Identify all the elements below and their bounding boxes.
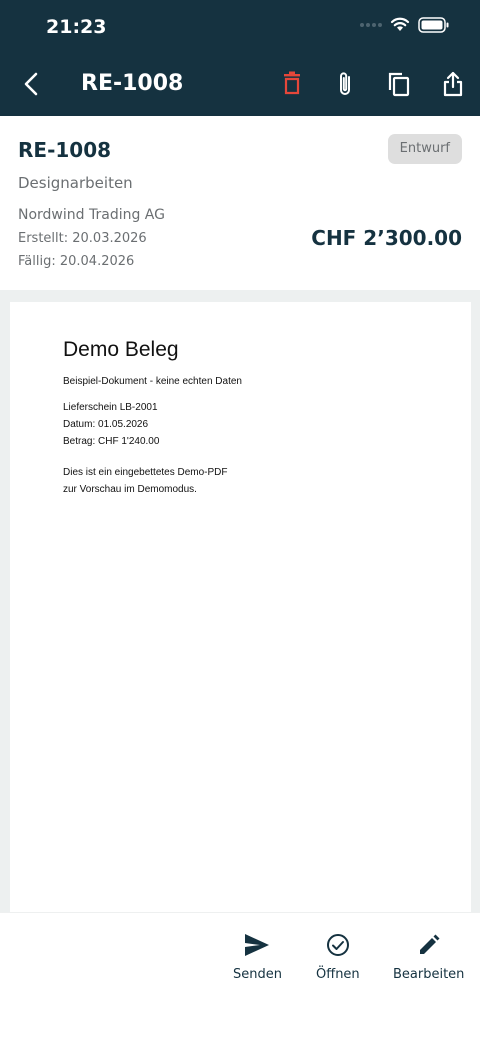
document-note-line: Dies ist ein eingebettetes Demo-PDF [63,467,228,478]
delete-button[interactable] [278,70,306,98]
app-header: 21:23 RE-1008 [0,0,480,116]
battery-icon [418,17,449,33]
wifi-icon [390,17,410,31]
paperclip-icon [340,72,350,95]
status-time: 21:23 [46,16,107,38]
attach-button[interactable] [331,70,359,98]
pdf-content: Demo Beleg Beispiel-Dokument - keine ech… [63,338,242,498]
share-button[interactable] [439,70,467,98]
document-note-line: zur Vorschau im Demomodus. [63,484,197,495]
pdf-viewer[interactable]: Demo Beleg Beispiel-Dokument - keine ech… [0,290,480,912]
open-button[interactable]: Öffnen [316,931,360,982]
document-line: Datum: 01.05.2026 [63,419,149,430]
pdf-page: Demo Beleg Beispiel-Dokument - keine ech… [10,302,471,912]
share-icon [443,71,463,97]
invoice-summary-card: RE-1008 Entwurf Designarbeiten Nordwind … [0,116,480,290]
navigation-bar: RE-1008 [0,60,480,108]
copy-icon [388,72,410,97]
pencil-icon [419,934,440,954]
send-button[interactable]: Senden [233,931,282,982]
chevron-left-icon [24,72,38,96]
copy-button[interactable] [385,70,413,98]
trash-icon [284,71,300,95]
status-indicators [360,17,450,33]
edit-button[interactable]: Bearbeiten [393,931,464,982]
due-date: Fällig: 20.04.2026 [18,254,135,269]
document-heading: Demo Beleg [63,338,179,361]
send-icon [245,934,270,956]
customer-name: Nordwind Trading AG [18,207,165,223]
back-button[interactable] [18,70,46,98]
status-badge: Entwurf [387,134,462,164]
action-bar: Senden Öffnen Bearbeiten [0,912,480,1039]
page-title: RE-1008 [81,71,184,96]
check-circle-icon [326,934,349,956]
open-label: Öffnen [316,967,360,982]
invoice-number: RE-1008 [18,138,112,162]
document-subtitle: Beispiel-Dokument - keine echten Daten [63,376,242,387]
invoice-amount: CHF 2’300.00 [311,226,462,250]
signal-icon [360,23,382,27]
edit-label: Bearbeiten [393,967,465,982]
document-line: Betrag: CHF 1'240.00 [63,436,160,447]
send-label: Senden [233,967,282,982]
document-line: Lieferschein LB-2001 [63,402,158,413]
invoice-description: Designarbeiten [18,174,133,192]
created-date: Erstellt: 20.03.2026 [18,231,147,246]
